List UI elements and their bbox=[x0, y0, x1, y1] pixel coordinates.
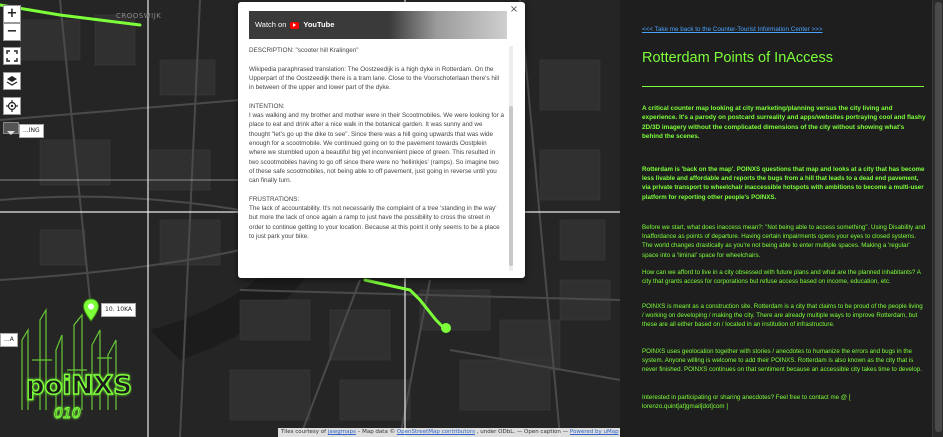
paragraph: POINXS is meant as a construction site. … bbox=[642, 303, 923, 329]
locate-icon bbox=[6, 100, 18, 112]
logo-text: poiNXS bbox=[26, 371, 132, 401]
intro-paragraph: A critical counter map looking at city m… bbox=[642, 105, 926, 140]
umap-link[interactable]: Powered by uMap bbox=[570, 429, 619, 435]
popup-scrollbar[interactable] bbox=[509, 46, 513, 271]
layers-button[interactable] bbox=[3, 72, 21, 90]
paragraph: Before we start, what does inaccess mean… bbox=[642, 224, 926, 259]
map-attribution: Tiles courtesy of jawgmaps – Map data © … bbox=[278, 428, 620, 437]
paragraph: Rotterdam is 'back on the map'. POINXS q… bbox=[642, 166, 925, 201]
close-popup-button[interactable]: × bbox=[508, 4, 520, 16]
poinxs-logo: poiNXS 010 bbox=[12, 300, 133, 430]
popup-wiki: Wikipedia paraphrased translation: The O… bbox=[249, 65, 500, 92]
map-view[interactable]: CROOSWIJK + − ...ING ...A 10. 10KA poiNX… bbox=[0, 0, 620, 437]
point-popup: × Watch on YouTube DESCRIPTION: "scooter… bbox=[238, 2, 525, 278]
fullscreen-button[interactable] bbox=[3, 47, 21, 65]
jawgmaps-link[interactable]: jawgmaps bbox=[328, 429, 356, 435]
more-controls-button[interactable] bbox=[3, 122, 19, 135]
zoom-out-button[interactable]: − bbox=[3, 23, 21, 41]
marker-label[interactable]: ...ING bbox=[19, 124, 44, 138]
popup-description: DESCRIPTION: "scooter hill Kralingen" bbox=[249, 47, 359, 54]
zoom-in-button[interactable]: + bbox=[3, 5, 21, 23]
title-divider bbox=[642, 86, 924, 87]
paragraph: How can we afford to live in a city obse… bbox=[642, 269, 921, 286]
logo-subtext: 010 bbox=[54, 406, 81, 422]
youtube-embed[interactable]: Watch on YouTube bbox=[249, 11, 507, 39]
osm-link[interactable]: OpenStreetMap contributors bbox=[397, 429, 475, 435]
street-label: CROOSWIJK bbox=[116, 12, 162, 20]
chevron-down-icon bbox=[7, 131, 15, 135]
youtube-brand: YouTube bbox=[303, 20, 335, 29]
popup-intention: I was walking and my brother and mother … bbox=[249, 112, 505, 185]
popup-frustrations: The lack of accountability. It's not nec… bbox=[249, 205, 500, 240]
fullscreen-icon bbox=[6, 50, 18, 62]
back-link[interactable]: <<< Take me back to the Counter-Tourist … bbox=[642, 26, 823, 33]
locate-button[interactable] bbox=[3, 97, 21, 115]
paragraph: POINXS uses geolocation together with st… bbox=[642, 348, 922, 374]
popup-content[interactable]: DESCRIPTION: "scooter hill Kralingen" Wi… bbox=[249, 46, 505, 272]
contact-paragraph: Interested in participating or sharing a… bbox=[642, 394, 851, 411]
popup-frustrations-label: FRUSTRATIONS: bbox=[249, 195, 300, 203]
youtube-icon bbox=[290, 21, 300, 29]
page-title: Rotterdam Points of InAccess bbox=[642, 50, 833, 66]
info-sidebar: <<< Take me back to the Counter-Tourist … bbox=[620, 0, 932, 437]
watch-on-youtube[interactable]: Watch on YouTube bbox=[255, 19, 334, 31]
sidebar-scrollbar[interactable] bbox=[932, 0, 943, 437]
popup-intention-label: INTENTION: bbox=[249, 102, 285, 110]
layers-icon bbox=[6, 76, 18, 86]
